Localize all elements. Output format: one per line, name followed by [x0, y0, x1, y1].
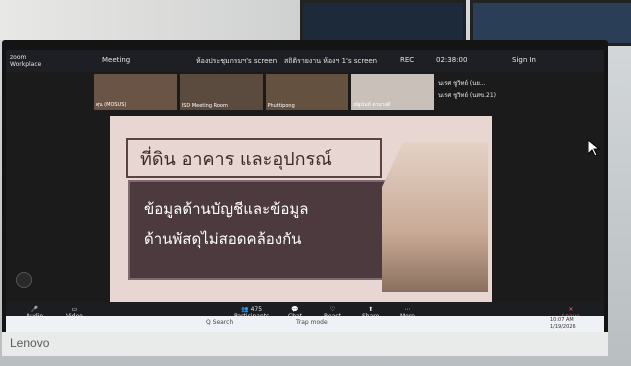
- windows-taskbar: Q Search Trap mode 10:07 AM 1/19/2026: [6, 316, 604, 332]
- zoom-top-bar: zoom Workplace Meeting ห้องประชุมกรมฯ's …: [6, 50, 604, 72]
- city-image: [382, 142, 488, 292]
- participant-name-2: นเรศ ชูวิทย์ (นสข.21): [438, 92, 496, 99]
- slide-title: ที่ดิน อาคาร และอุปกรณ์: [126, 138, 382, 178]
- thumbnail[interactable]: ศุน (MOSUS): [94, 74, 177, 110]
- taskbar-time: 10:07 AM: [550, 317, 574, 323]
- view-label[interactable]: สถิติรายงาน ห้องฯ 1's screen: [284, 56, 377, 67]
- taskbar-date: 1/19/2026: [550, 324, 576, 330]
- shared-slide: ที่ดิน อาคาร และอุปกรณ์ ข้อมูลด้านบัญชีแ…: [110, 116, 492, 332]
- thumbnail-label: ศุน (MOSUS): [96, 102, 127, 108]
- meeting-label[interactable]: Meeting: [102, 56, 130, 64]
- time-label: 02:38:00: [436, 56, 468, 64]
- slide-body-line-1: ข้อมูลด้านบัญชีและข้อมูล: [144, 200, 309, 218]
- thumbnail-label: ISD Meeting Room: [181, 103, 228, 109]
- thumbnail-label: ณัฐนันท์ ตามวงศ์: [353, 102, 391, 108]
- taskbar-weather: Trap mode: [296, 319, 328, 326]
- pencil-icon[interactable]: [16, 272, 32, 288]
- thumbnail[interactable]: Phuttipong: [265, 74, 349, 110]
- thumbnail[interactable]: ISD Meeting Room: [179, 74, 263, 110]
- shelf: [0, 0, 300, 40]
- thumbnail[interactable]: ณัฐนันท์ ตามวงศ์: [351, 74, 434, 110]
- slide-body-line-2: ด้านพัสดุไม่สอดคล้องกัน: [144, 230, 302, 248]
- rec-label[interactable]: REC: [400, 56, 414, 64]
- thumbnail-label: Phuttipong: [267, 103, 295, 109]
- share-label[interactable]: ห้องประชุมกรมฯ's screen: [196, 56, 277, 67]
- signin-button[interactable]: Sign In: [512, 56, 536, 64]
- video-thumbnails: ศุน (MOSUS) ISD Meeting Room Phuttipong …: [94, 74, 434, 110]
- zoom-screen: zoom Workplace Meeting ห้องประชุมกรมฯ's …: [6, 50, 604, 332]
- mouse-cursor-icon: [587, 138, 601, 160]
- monitor-brand: Lenovo: [10, 336, 50, 350]
- monitor-chin: [2, 332, 608, 356]
- slide-body: ข้อมูลด้านบัญชีและข้อมูล ด้านพัสดุไม่สอด…: [128, 180, 388, 280]
- participant-name-1: นเรศ ชูวิทย์ (นย...: [438, 80, 486, 87]
- app-name: zoom Workplace: [10, 54, 42, 68]
- taskbar-search[interactable]: Q Search: [206, 319, 233, 326]
